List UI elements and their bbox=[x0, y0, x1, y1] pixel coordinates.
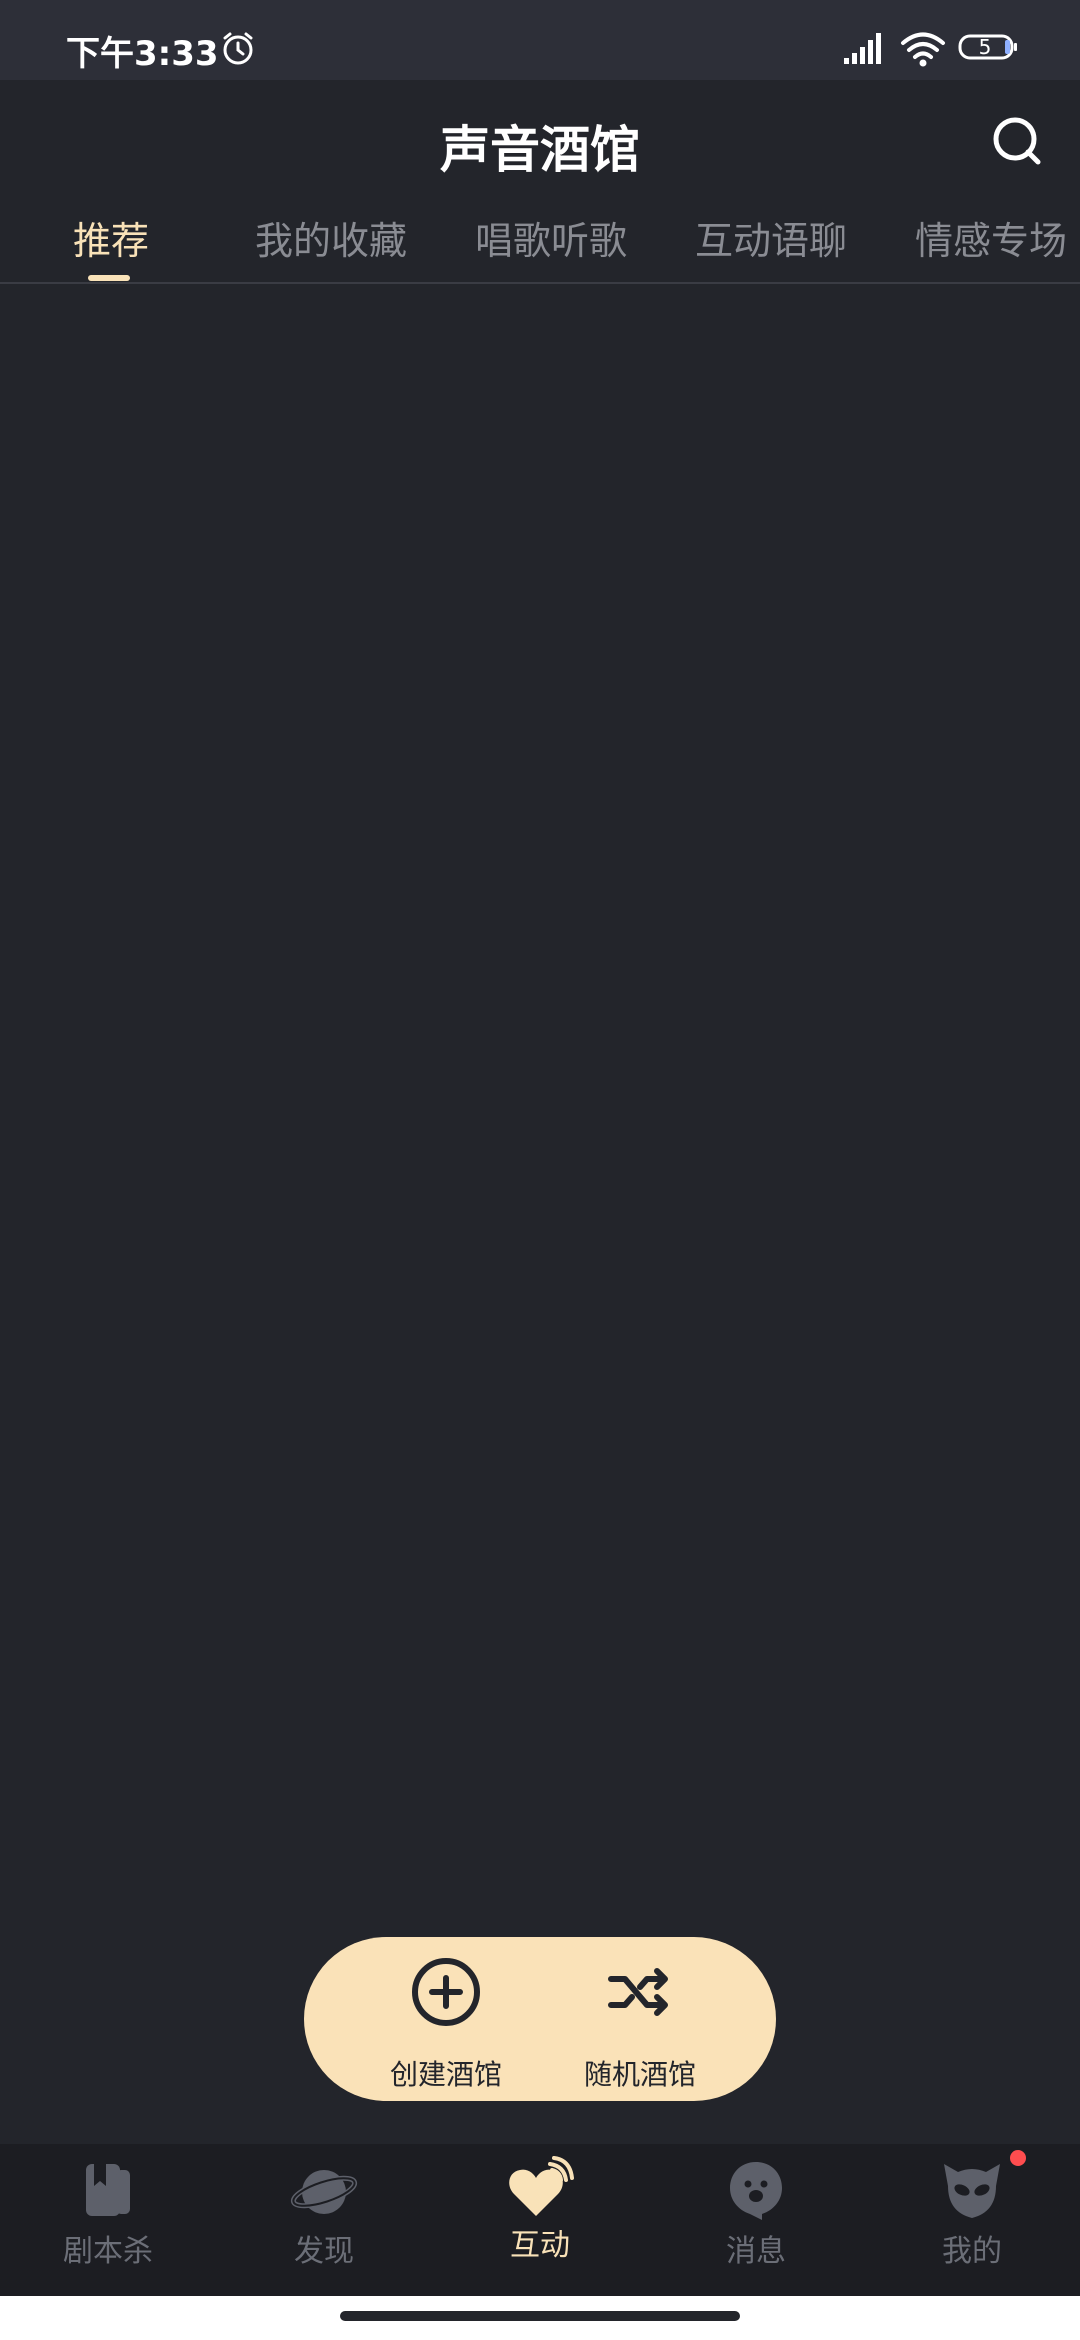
wifi-icon bbox=[901, 32, 945, 67]
notification-badge bbox=[1010, 2150, 1026, 2166]
content-area bbox=[0, 284, 1080, 2144]
page-title: 声音酒馆 bbox=[440, 121, 640, 179]
status-bar: 下午3:33 5 bbox=[0, 0, 1080, 80]
random-tavern-button[interactable]: 随机酒馆 bbox=[560, 1937, 720, 2101]
alarm-icon bbox=[223, 32, 253, 65]
search-icon[interactable] bbox=[990, 114, 1044, 168]
nav-item-script[interactable]: 剧本杀 bbox=[18, 2144, 198, 2296]
chat-ghost-icon bbox=[730, 2162, 782, 2220]
tab-emotion[interactable]: 情感专场 bbox=[915, 210, 1067, 265]
battery-level: 5 bbox=[978, 35, 992, 59]
create-tavern-button[interactable]: 创建酒馆 bbox=[366, 1937, 526, 2101]
book-icon bbox=[86, 2164, 130, 2216]
tab-sing-listen[interactable]: 唱歌听歌 bbox=[475, 210, 627, 265]
tab-voice-chat[interactable]: 互动语聊 bbox=[695, 210, 847, 265]
nav-label-interact: 互动 bbox=[510, 2228, 570, 2263]
plus-circle-icon bbox=[412, 1958, 480, 2026]
bottom-nav: 剧本杀 发现 互动 消息 我的 bbox=[0, 2144, 1080, 2296]
nav-label-script: 剧本杀 bbox=[63, 2234, 153, 2269]
random-tavern-label: 随机酒馆 bbox=[583, 2058, 696, 2091]
nav-item-profile[interactable]: 我的 bbox=[882, 2144, 1062, 2296]
category-tabs: 推荐 我的收藏 唱歌听歌 互动语聊 情感专场 bbox=[0, 210, 1080, 282]
active-tab-indicator bbox=[88, 275, 130, 281]
nav-label-profile: 我的 bbox=[942, 2234, 1002, 2269]
heart-signal-icon bbox=[509, 2156, 574, 2216]
status-time: 下午3:33 bbox=[66, 34, 219, 74]
nav-label-discover: 发现 bbox=[294, 2234, 354, 2269]
signal-icon bbox=[844, 33, 881, 64]
tab-recommend[interactable]: 推荐 bbox=[73, 210, 149, 265]
home-indicator[interactable] bbox=[340, 2311, 740, 2321]
alien-face-icon bbox=[944, 2164, 1000, 2218]
action-pill: 创建酒馆 随机酒馆 bbox=[304, 1937, 776, 2101]
nav-label-messages: 消息 bbox=[726, 2234, 786, 2269]
nav-item-discover[interactable]: 发现 bbox=[234, 2144, 414, 2296]
nav-item-messages[interactable]: 消息 bbox=[666, 2144, 846, 2296]
nav-item-interact[interactable]: 互动 bbox=[450, 2144, 630, 2296]
shuffle-icon bbox=[608, 1968, 668, 2016]
planet-icon bbox=[290, 2170, 358, 2214]
create-tavern-label: 创建酒馆 bbox=[389, 2058, 502, 2091]
tab-favorites[interactable]: 我的收藏 bbox=[255, 210, 407, 265]
